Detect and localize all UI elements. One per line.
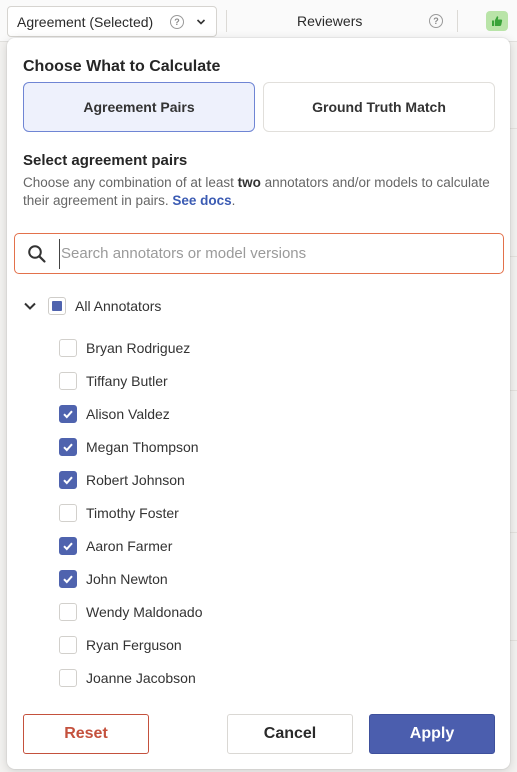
ground-truth-match-button[interactable]: Ground Truth Match bbox=[263, 82, 495, 132]
annotator-name: Timothy Foster bbox=[86, 504, 179, 521]
divider bbox=[457, 10, 458, 32]
thumbs-up-badge[interactable] bbox=[486, 11, 508, 31]
annotator-row[interactable]: Alison Valdez bbox=[59, 397, 202, 430]
annotator-name: Joanne Jacobson bbox=[86, 669, 196, 686]
column-header-bar: Agreement (Selected) ? Reviewers ? bbox=[0, 0, 517, 42]
annotator-checkbox[interactable] bbox=[59, 404, 77, 423]
annotator-row[interactable]: Aaron Farmer bbox=[59, 529, 202, 562]
description-text: . bbox=[231, 193, 236, 208]
agreement-settings-popover: Choose What to Calculate Agreement Pairs… bbox=[7, 38, 510, 769]
divider bbox=[226, 10, 227, 32]
chevron-down-icon bbox=[196, 18, 206, 25]
annotator-name: Aaron Farmer bbox=[86, 537, 173, 554]
annotator-checkbox[interactable] bbox=[59, 602, 77, 621]
column-select-label: Agreement (Selected) bbox=[17, 13, 154, 30]
annotator-name: Wendy Maldonado bbox=[86, 603, 203, 620]
annotator-checkbox[interactable] bbox=[59, 536, 77, 555]
agreement-pairs-button[interactable]: Agreement Pairs bbox=[23, 82, 255, 132]
calc-section-title: Choose What to Calculate bbox=[23, 58, 221, 75]
partial-check-indicator bbox=[52, 301, 62, 311]
annotator-row[interactable]: Ryan Ferguson bbox=[59, 628, 202, 661]
checkmark-icon bbox=[63, 575, 73, 583]
search-icon bbox=[28, 244, 46, 263]
thumbs-up-icon bbox=[492, 16, 503, 26]
reviewers-help-icon[interactable]: ? bbox=[429, 14, 443, 28]
annotator-checkbox[interactable] bbox=[59, 470, 77, 489]
annotator-list: Bryan Rodriguez Tiffany Butler Alison Vald… bbox=[59, 331, 202, 694]
annotator-checkbox[interactable] bbox=[59, 635, 77, 654]
pairs-section-title: Select agreement pairs bbox=[23, 152, 188, 169]
annotator-row[interactable]: John Newton bbox=[59, 562, 202, 595]
see-docs-link[interactable]: See docs bbox=[172, 193, 231, 208]
checkmark-icon bbox=[63, 542, 73, 550]
annotator-checkbox[interactable] bbox=[59, 437, 77, 456]
cancel-button[interactable]: Cancel bbox=[227, 714, 353, 754]
annotator-checkbox[interactable] bbox=[59, 338, 77, 357]
annotator-checkbox[interactable] bbox=[59, 371, 77, 390]
annotator-checkbox[interactable] bbox=[59, 668, 77, 687]
annotator-row[interactable]: Wendy Maldonado bbox=[59, 595, 202, 628]
all-annotators-label: All Annotators bbox=[75, 298, 162, 314]
pairs-description: Choose any combination of at least two a… bbox=[23, 174, 493, 210]
description-text: Choose any combination of at least bbox=[23, 175, 238, 190]
annotator-name: Tiffany Butler bbox=[86, 372, 168, 389]
annotator-name: Bryan Rodriguez bbox=[86, 339, 191, 356]
annotator-name: Robert Johnson bbox=[86, 471, 185, 488]
help-icon[interactable]: ? bbox=[170, 14, 184, 29]
annotator-row[interactable]: Bryan Rodriguez bbox=[59, 331, 202, 364]
annotator-name: Ryan Ferguson bbox=[86, 636, 182, 653]
all-annotators-checkbox[interactable] bbox=[48, 297, 66, 315]
annotator-row[interactable]: Tiffany Butler bbox=[59, 364, 202, 397]
checkmark-icon bbox=[63, 443, 73, 451]
all-annotators-row[interactable]: All Annotators bbox=[23, 296, 161, 316]
annotator-row[interactable]: Megan Thompson bbox=[59, 430, 202, 463]
column-select-dropdown[interactable]: Agreement (Selected) ? bbox=[7, 6, 217, 37]
reviewers-column-label[interactable]: Reviewers bbox=[297, 13, 362, 29]
annotator-checkbox[interactable] bbox=[59, 503, 77, 522]
annotator-name: John Newton bbox=[86, 570, 168, 587]
chevron-down-icon[interactable] bbox=[23, 299, 37, 313]
annotator-name: Alison Valdez bbox=[86, 405, 170, 422]
annotator-name: Megan Thompson bbox=[86, 438, 199, 455]
checkmark-icon bbox=[63, 476, 73, 484]
annotator-row[interactable]: Robert Johnson bbox=[59, 463, 202, 496]
reset-button[interactable]: Reset bbox=[23, 714, 149, 754]
apply-button[interactable]: Apply bbox=[369, 714, 495, 754]
annotator-row[interactable]: Joanne Jacobson bbox=[59, 661, 202, 694]
description-emphasis: two bbox=[237, 175, 261, 190]
checkmark-icon bbox=[63, 410, 73, 418]
annotator-search-box[interactable] bbox=[14, 233, 504, 274]
annotator-row[interactable]: Timothy Foster bbox=[59, 496, 202, 529]
annotator-checkbox[interactable] bbox=[59, 569, 77, 588]
search-input[interactable] bbox=[59, 238, 503, 269]
